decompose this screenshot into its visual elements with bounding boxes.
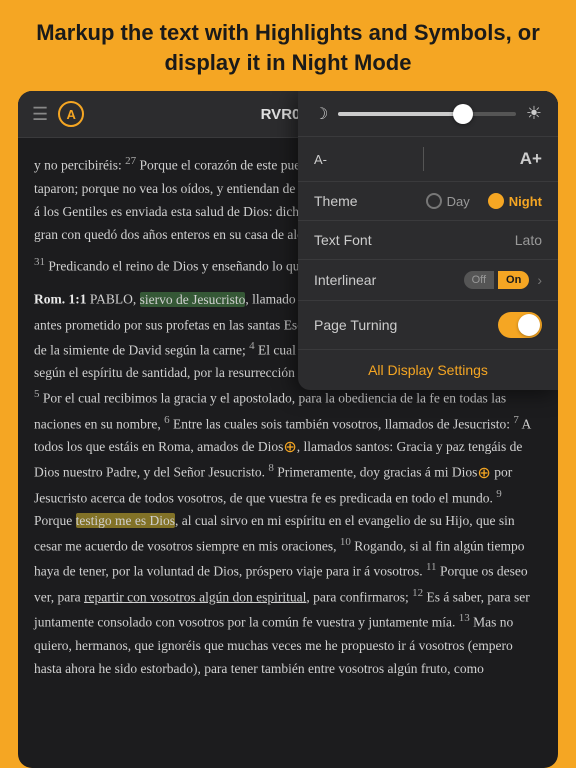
text-font-row: Text Font Lato [298,221,558,260]
main-content: ☰ A RVR09S AA y no percibiréis: 27 Porqu… [18,91,558,768]
all-display-settings-link[interactable]: All Display Settings [298,350,558,390]
brightness-row: ☽ ☀ [298,91,558,137]
annotation-letter: A [66,107,75,122]
toggle-thumb [518,314,540,336]
page-turning-row: Page Turning [298,301,558,350]
interlinear-row: Interlinear Off On › [298,260,558,301]
page-turning-toggle[interactable] [498,312,542,338]
font-size-row: A- A+ [298,137,558,182]
highlight-siervo: siervo de Jesucristo [140,292,246,307]
night-radio[interactable] [488,193,504,209]
moon-icon: ☽ [314,104,328,124]
day-label: Day [447,194,470,209]
verse-number-7: 7 [513,414,519,426]
annotation-icon[interactable]: A [58,101,84,127]
night-label: Night [509,194,542,209]
verse-number-13: 13 [459,612,470,624]
verse-number-11: 11 [426,561,437,573]
underline-repartir: repartir con vosotros algún don espiritu… [84,589,306,604]
bible-ref-rom: Rom. 1:1 [34,292,87,307]
brightness-thumb [453,104,473,124]
menu-icon[interactable]: ☰ [32,104,48,125]
font-increase-button[interactable]: A+ [520,149,542,169]
sun-icon: ☀ [526,103,542,124]
header: Markup the text with Highlights and Symb… [0,0,576,91]
interlinear-label: Interlinear [314,272,376,288]
text-font-value: Lato [515,232,542,248]
font-decrease-button[interactable]: A- [314,152,327,167]
verse-number-5: 5 [34,388,40,400]
font-size-divider [423,147,424,171]
verse-number-27: 27 [125,155,136,167]
verse-number-8: 8 [268,462,274,474]
day-radio[interactable] [426,193,442,209]
text-font-label: Text Font [314,232,372,248]
header-title: Markup the text with Highlights and Symb… [20,18,556,77]
theme-row: Theme Day Night [298,182,558,221]
interlinear-toggle-group: Off On › [464,271,542,289]
night-option[interactable]: Night [488,193,542,209]
interlinear-on-button[interactable]: On [498,271,529,289]
verse-number-9: 9 [496,488,502,500]
display-settings-panel: ☽ ☀ A- A+ Theme Day Night [298,91,558,390]
highlight-testigo: testigo me es Dios [76,513,175,528]
brightness-fill [338,112,462,116]
day-option[interactable]: Day [426,193,470,209]
verse-number-6: 6 [164,414,170,426]
verse-number-31: 31 [34,256,45,268]
verse-number-12: 12 [412,587,423,599]
brightness-slider[interactable] [338,112,516,116]
top-bar-left: ☰ A [32,101,84,127]
verse-number-4: 4 [249,340,255,352]
interlinear-off-button[interactable]: Off [464,271,494,289]
page-turning-label: Page Turning [314,317,397,333]
chevron-right-icon: › [537,272,542,288]
day-night-toggle: Day Night [426,193,542,209]
theme-label: Theme [314,193,358,209]
verse-number-10: 10 [340,536,351,548]
